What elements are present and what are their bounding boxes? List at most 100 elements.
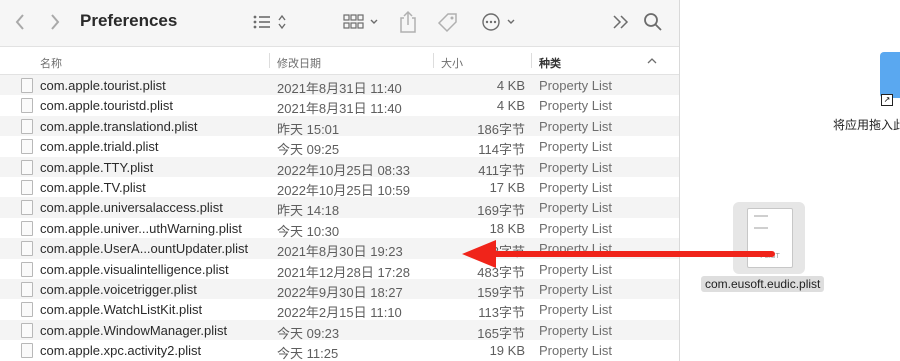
file-name: com.apple.univer...uthWarning.plist [40, 220, 242, 236]
back-icon[interactable] [14, 13, 26, 31]
file-row[interactable]: com.apple.WindowManager.plist 今天 09:23 165… [0, 319, 679, 341]
file-date: 2022年10月25日 10:59 [277, 182, 410, 198]
file-name: com.apple.voicetrigger.plist [40, 281, 197, 297]
file-row[interactable]: com.apple.visualintelligence.plist 2021年1… [0, 259, 679, 280]
file-size: 4 KB [496, 78, 525, 93]
file-size: 4 KB [496, 98, 525, 114]
file-date: 2021年12月28日 17:28 [277, 264, 410, 280]
plist-document-icon[interactable]: PLIST [747, 208, 793, 268]
file-name: com.apple.WindowManager.plist [40, 322, 228, 338]
file-size: 18 KB [489, 220, 525, 236]
file-name: com.apple.triald.plist [40, 139, 159, 155]
file-size: 19 KB [489, 343, 525, 359]
file-size: 165字节 [477, 325, 525, 341]
plist-file-icon [21, 200, 33, 216]
file-row[interactable]: com.apple.universalaccess.plist 昨天 14:18 1… [0, 197, 679, 219]
toolbar: Preferences [0, 0, 679, 47]
file-kind: Property List [539, 281, 612, 297]
column-divider[interactable] [269, 53, 270, 68]
file-size: 93字节 [484, 244, 525, 260]
applications-folder-icon[interactable] [880, 52, 900, 98]
search-icon[interactable] [643, 12, 663, 32]
file-date: 今天 10:30 [277, 223, 340, 239]
file-name: com.apple.TTY.plist [40, 159, 154, 175]
file-name: com.apple.translationd.plist [40, 118, 198, 134]
more-icon[interactable] [612, 14, 630, 30]
file-size: 483字节 [477, 264, 525, 280]
share-icon[interactable] [399, 10, 417, 34]
dragged-file-label: com.eusoft.eudic.plist [701, 276, 825, 292]
file-date: 2022年10月25日 08:33 [277, 162, 410, 178]
column-size[interactable]: 大小 [441, 55, 463, 71]
column-kind[interactable]: 种类 [539, 55, 561, 71]
plist-file-icon [21, 343, 33, 359]
plist-file-icon [21, 78, 33, 93]
group-icon[interactable] [343, 13, 381, 31]
file-size: 17 KB [489, 179, 525, 195]
file-date: 今天 09:23 [277, 325, 340, 341]
file-name: com.apple.tourist.plist [40, 78, 166, 93]
file-name: com.apple.visualintelligence.plist [40, 261, 229, 277]
file-kind: Property List [539, 241, 612, 257]
file-row[interactable]: com.apple.UserA...ountUpdater.plist 2021年… [0, 238, 679, 260]
file-kind: Property List [539, 78, 612, 93]
file-date: 2021年8月31日 11:40 [277, 101, 402, 117]
file-kind: Property List [539, 200, 612, 216]
file-name: com.apple.universalaccess.plist [40, 200, 223, 216]
plist-file-icon [21, 302, 33, 318]
plist-file-icon [21, 179, 33, 195]
file-kind: Property List [539, 302, 612, 318]
file-kind: Property List [539, 98, 612, 114]
plist-file-icon [21, 261, 33, 277]
plist-file-icon [21, 159, 33, 175]
file-row[interactable]: com.apple.TV.plist 2022年10月25日 10:59 17 KB… [0, 177, 679, 198]
file-row[interactable]: com.apple.translationd.plist 昨天 15:01 186字… [0, 115, 679, 137]
file-row[interactable]: com.apple.tourist.plist 2021年8月31日 11:40 4… [0, 75, 679, 96]
plist-file-icon [21, 241, 33, 257]
file-kind: Property List [539, 261, 612, 277]
file-row[interactable]: com.apple.WatchListKit.plist 2022年2月15日 1… [0, 299, 679, 321]
file-kind: Property List [539, 118, 612, 134]
forward-icon[interactable] [49, 13, 61, 31]
file-date: 2022年2月15日 11:10 [277, 305, 402, 321]
file-row[interactable]: com.apple.univer...uthWarning.plist 今天 10… [0, 218, 679, 239]
file-date: 昨天 15:01 [277, 121, 340, 137]
file-row[interactable]: com.apple.voicetrigger.plist 2022年9月30日 1… [0, 278, 679, 300]
file-row[interactable]: com.apple.touristd.plist 2021年8月31日 11:40… [0, 95, 679, 117]
file-kind: Property List [539, 159, 612, 175]
file-date: 2021年8月30日 19:23 [277, 244, 403, 260]
finder-window: Preferences 名称 修改日期 大小 种类 com.apple.tour… [0, 0, 680, 361]
plist-file-icon [21, 118, 33, 134]
column-date[interactable]: 修改日期 [277, 55, 321, 71]
plist-file-icon [21, 281, 33, 297]
file-size: 159字节 [477, 284, 525, 300]
column-name[interactable]: 名称 [40, 55, 62, 71]
applications-alias-label: 将应用拖入此 [833, 118, 900, 132]
column-divider[interactable] [433, 53, 434, 68]
list-view-icon[interactable] [252, 13, 292, 31]
plist-file-icon [21, 139, 33, 155]
file-row[interactable]: com.apple.TTY.plist 2022年10月25日 08:33 411字… [0, 156, 679, 178]
file-size: 186字节 [477, 121, 525, 137]
file-row[interactable]: com.apple.triald.plist 今天 09:25 114字节 Prope… [0, 136, 679, 158]
file-list: com.apple.tourist.plist 2021年8月31日 11:40 4… [0, 75, 679, 361]
file-name: com.apple.TV.plist [40, 179, 146, 195]
file-date: 今天 11:25 [277, 346, 339, 361]
file-name: com.apple.xpc.activity2.plist [40, 343, 202, 359]
file-name: com.apple.WatchListKit.plist [40, 302, 203, 318]
column-divider[interactable] [531, 53, 532, 68]
tag-icon[interactable] [436, 11, 460, 33]
file-row[interactable]: com.apple.xpc.activity2.plist 今天 11:25 19 … [0, 340, 679, 361]
sort-chevron-icon[interactable] [647, 57, 657, 65]
file-date: 今天 09:25 [277, 142, 340, 158]
file-kind: Property List [539, 220, 612, 236]
plist-ext-label: PLIST [760, 253, 780, 260]
file-kind: Property List [539, 139, 612, 155]
file-kind: Property List [539, 179, 612, 195]
plist-file-icon [21, 220, 33, 236]
plist-file-icon [21, 98, 33, 114]
action-icon[interactable] [481, 12, 519, 32]
column-header: 名称 修改日期 大小 种类 [0, 47, 679, 75]
file-date: 昨天 14:18 [277, 203, 340, 219]
file-date: 2022年9月30日 18:27 [277, 284, 403, 300]
